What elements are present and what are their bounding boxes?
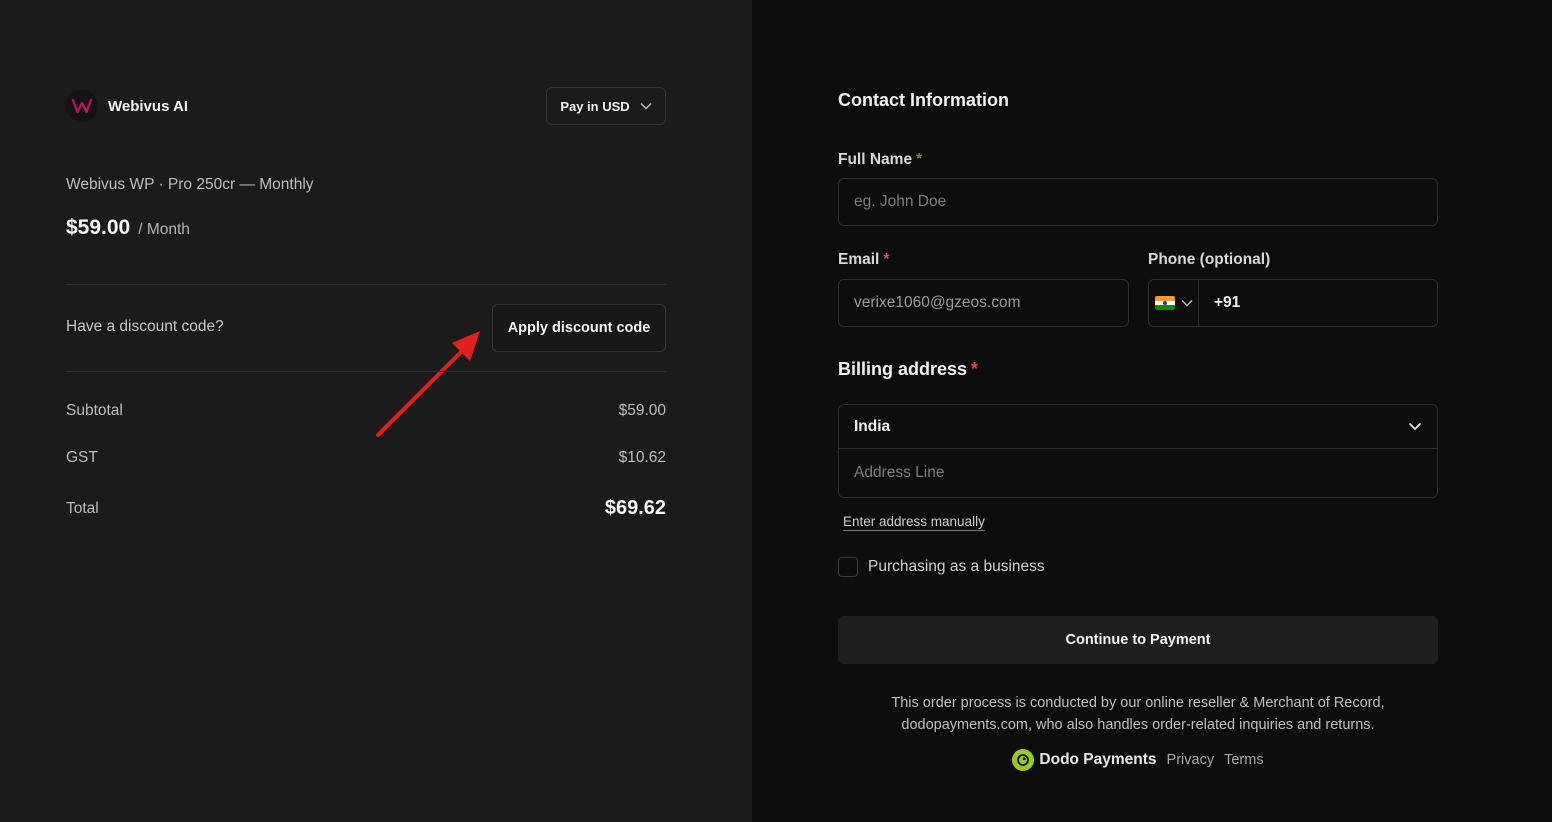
product-price: $59.00	[66, 216, 131, 239]
tax-row: GST $10.62	[66, 449, 666, 467]
merchant-of-record-disclaimer: This order process is conducted by our o…	[838, 692, 1438, 736]
chevron-down-icon	[640, 102, 652, 110]
contact-section-title: Contact Information	[838, 90, 1009, 110]
billing-section-title: Billing address *	[838, 359, 979, 379]
discount-prompt: Have a discount code?	[66, 318, 224, 335]
checkout-form-panel: Contact Information Full Name* Email* Ph…	[752, 0, 1552, 822]
business-checkbox-row[interactable]: Purchasing as a business	[838, 557, 1045, 577]
subtotal-label: Subtotal	[66, 402, 123, 419]
full-name-label: Full Name *	[838, 151, 923, 168]
disclaimer-line: This order process is conducted by our o…	[891, 695, 1385, 711]
divider	[66, 371, 666, 372]
dodo-payments-link[interactable]: Dodo Payments	[1012, 749, 1157, 771]
business-checkbox-label: Purchasing as a business	[868, 558, 1045, 575]
privacy-link[interactable]: Privacy	[1167, 752, 1215, 768]
phone-country-picker[interactable]	[1149, 280, 1199, 326]
chevron-down-icon	[1408, 422, 1422, 431]
terms-link[interactable]: Terms	[1224, 752, 1263, 768]
currency-selector[interactable]: Pay in USD	[546, 87, 666, 125]
annotation-arrow-icon	[376, 331, 480, 437]
footer: Dodo Payments Privacy Terms	[838, 749, 1438, 771]
divider	[66, 284, 666, 285]
phone-input[interactable]	[1199, 280, 1437, 326]
price-period: / Month	[138, 221, 190, 238]
india-flag-icon	[1154, 296, 1175, 310]
merchant-name: Webivus AI	[108, 97, 189, 115]
subtotal-value: $59.00	[618, 402, 666, 419]
business-checkbox[interactable]	[838, 557, 858, 577]
required-marker: *	[916, 151, 923, 168]
country-value: India	[854, 417, 891, 435]
dodo-payments-logo-icon	[1012, 749, 1035, 771]
total-value: $69.62	[604, 497, 666, 519]
merchant-brand: Webivus AI	[66, 90, 188, 122]
country-select[interactable]: India	[839, 405, 1437, 449]
chevron-down-icon	[1180, 299, 1193, 307]
tax-label: GST	[66, 449, 98, 466]
total-label: Total	[66, 499, 99, 517]
apply-discount-button[interactable]: Apply discount code	[492, 304, 666, 352]
phone-field	[1148, 279, 1438, 327]
required-marker: *	[883, 251, 890, 268]
billing-address-box: India	[838, 404, 1438, 498]
email-input[interactable]	[838, 279, 1129, 327]
total-row: Total $69.62	[66, 497, 666, 520]
required-marker: *	[971, 359, 979, 379]
subtotal-row: Subtotal $59.00	[66, 402, 666, 420]
currency-label: Pay in USD	[560, 98, 630, 114]
enter-address-manually-link[interactable]: Enter address manually	[843, 514, 985, 529]
tax-value: $10.62	[618, 449, 666, 466]
address-line-input[interactable]	[839, 449, 1437, 497]
product-price-row: $59.00 / Month	[66, 216, 190, 240]
phone-label: Phone (optional)	[1148, 251, 1271, 268]
product-name: Webivus WP · Pro 250cr — Monthly	[66, 176, 314, 193]
dodo-payments-name: Dodo Payments	[1039, 751, 1157, 768]
continue-to-payment-button[interactable]: Continue to Payment	[838, 616, 1438, 664]
webivus-logo-icon	[66, 90, 98, 122]
email-label: Email *	[838, 251, 890, 268]
full-name-input[interactable]	[838, 178, 1438, 226]
order-summary-panel: Webivus AI Pay in USD Webivus WP · Pro 2…	[0, 0, 752, 822]
disclaimer-line: dodopayments.com, who also handles order…	[901, 717, 1375, 733]
